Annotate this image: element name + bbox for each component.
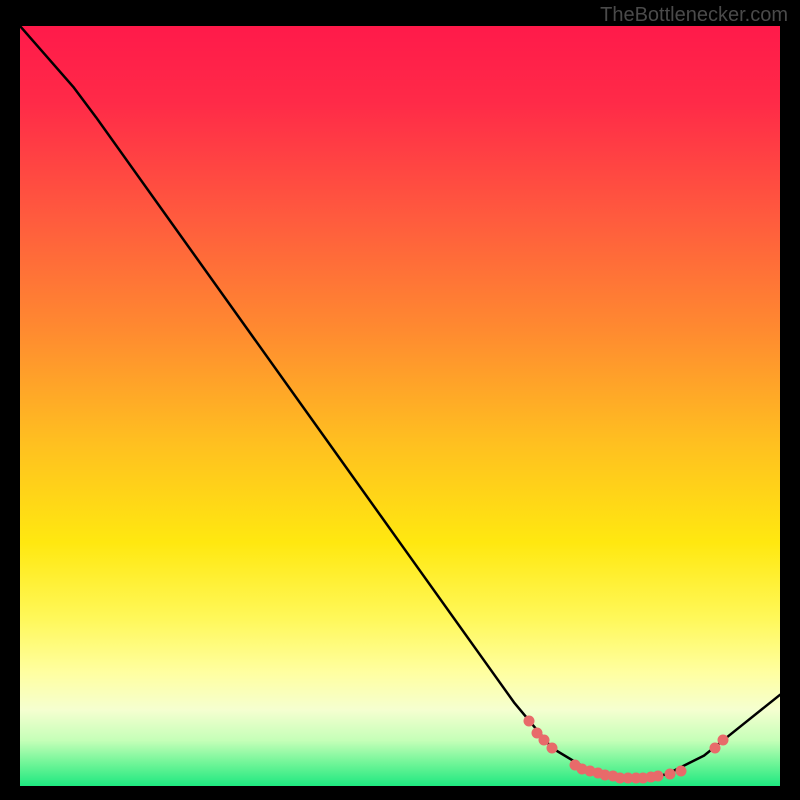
data-dot — [718, 735, 729, 746]
data-dot — [664, 768, 675, 779]
curve-line — [20, 26, 780, 786]
data-dot — [676, 765, 687, 776]
chart-plot-area — [20, 26, 780, 786]
data-dot — [653, 771, 664, 782]
data-dot — [524, 716, 535, 727]
attribution-text: TheBottlenecker.com — [600, 4, 788, 27]
data-dot — [547, 743, 558, 754]
